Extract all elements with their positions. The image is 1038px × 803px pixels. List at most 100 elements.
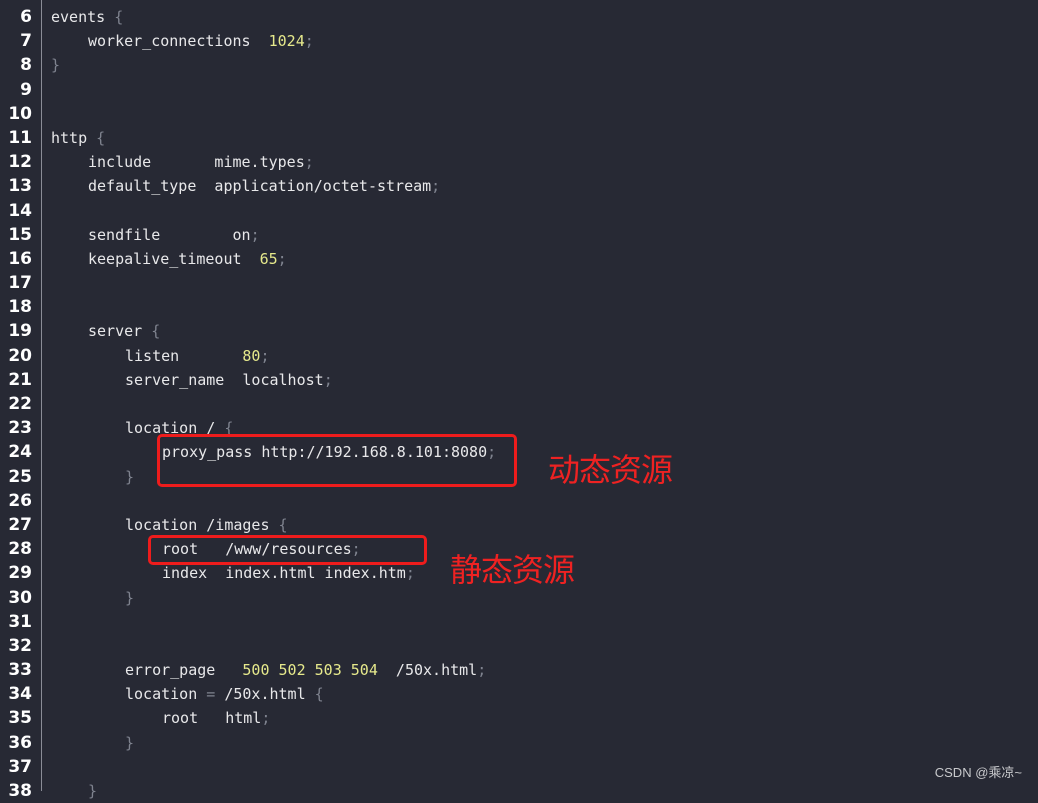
code-token-punct: } [125, 588, 135, 607]
code-token-text: http [51, 128, 97, 147]
line-code: events { [51, 5, 123, 29]
code-token-text: location [125, 685, 207, 704]
code-token-num: 500 502 503 504 [242, 661, 378, 680]
highlight-box-root [148, 535, 427, 565]
code-line[interactable]: 8} [0, 53, 1038, 77]
code-line[interactable]: 27 location /images { [0, 513, 1038, 537]
code-line[interactable]: 13 default_type application/octet-stream; [0, 174, 1038, 198]
code-token-punct: ; [431, 177, 441, 196]
gutter-divider [41, 0, 42, 791]
code-line[interactable]: 25} [0, 465, 1038, 489]
line-number: 18 [8, 297, 32, 318]
code-line[interactable]: 11 http { [0, 126, 1038, 150]
line-code: keepalive_timeout 65; [88, 247, 287, 271]
code-line[interactable]: 10 [0, 102, 1038, 126]
line-code: http { [51, 126, 105, 150]
code-line[interactable]: 36} [0, 731, 1038, 755]
line-code: listen 80; [125, 344, 270, 368]
code-editor[interactable]: 6 events {7 worker_connections 1024; 8} 9 10 1… [0, 5, 1038, 803]
line-code: } [125, 465, 134, 489]
line-number: 26 [8, 490, 32, 511]
line-code: sendfile on; [88, 223, 260, 247]
line-number: 32 [8, 635, 32, 656]
line-code: server_name localhost; [125, 368, 333, 392]
code-token-text: error_page [125, 661, 243, 680]
line-code: error_page 500 502 503 504 /50x.html; [125, 658, 486, 682]
code-token-text: /50x.html [215, 685, 315, 704]
code-line[interactable]: 24 proxy_pass http://192.168.8.101:8080; [0, 440, 1038, 464]
line-number: 29 [8, 563, 32, 584]
code-line[interactable]: 18 [0, 295, 1038, 319]
line-number: 20 [8, 345, 32, 366]
code-line[interactable]: 7 worker_connections 1024; [0, 29, 1038, 53]
code-line[interactable]: 31 [0, 610, 1038, 634]
line-number: 37 [8, 756, 32, 777]
code-line[interactable]: 33 error_page 500 502 503 504 /50x.html; [0, 658, 1038, 682]
code-line[interactable]: 14 [0, 199, 1038, 223]
code-line[interactable]: 9 [0, 78, 1038, 102]
line-number: 13 [8, 176, 32, 197]
code-token-text: default_type application/octet-stream [88, 177, 432, 196]
code-token-punct: } [51, 56, 61, 75]
line-number: 38 [8, 781, 32, 801]
code-token-text: root html [162, 709, 262, 728]
code-line[interactable]: 16 keepalive_timeout 65; [0, 247, 1038, 271]
line-number: 30 [8, 587, 32, 608]
line-code: worker_connections 1024; [88, 29, 314, 53]
code-line[interactable]: 17 [0, 271, 1038, 295]
code-token-text: keepalive_timeout [88, 249, 260, 268]
code-token-punct: ; [250, 225, 260, 244]
line-code: } [51, 53, 60, 77]
line-number: 19 [8, 321, 32, 342]
code-line[interactable]: 32 [0, 634, 1038, 658]
code-token-num: 80 [242, 346, 261, 365]
code-line[interactable]: 20 listen 80; [0, 344, 1038, 368]
code-token-punct: ; [323, 370, 333, 389]
line-number: 27 [8, 514, 32, 535]
code-line[interactable]: 6 events { [0, 5, 1038, 29]
code-token-text: index index.html index.htm [162, 564, 406, 583]
watermark: CSDN @乘凉~ [934, 765, 1022, 780]
code-token-punct: } [88, 782, 98, 800]
code-token-punct: ; [477, 661, 487, 680]
code-token-text: server_name localhost [125, 370, 324, 389]
annotation-static-resources: 静态资源 [450, 551, 575, 589]
code-token-text: /50x.html [377, 661, 478, 680]
code-token-text: events [51, 8, 115, 26]
code-line[interactable]: 38} [0, 779, 1038, 803]
code-token-punct: ; [405, 564, 415, 583]
code-line[interactable]: 37 [0, 755, 1038, 779]
line-number: 22 [8, 394, 32, 414]
line-number: 6 [20, 7, 32, 27]
line-number: 35 [8, 708, 32, 729]
code-token-punct: } [125, 733, 135, 752]
line-code: } [88, 779, 97, 803]
line-number: 24 [8, 442, 32, 463]
annotation-dynamic-resources: 动态资源 [548, 451, 673, 489]
code-token-punct: { [151, 322, 161, 341]
line-code: location /images { [125, 513, 288, 537]
code-line[interactable]: 23 location / { [0, 416, 1038, 440]
code-line[interactable]: 34 location = /50x.html { [0, 682, 1038, 706]
code-token-punct: ; [277, 249, 287, 268]
code-token-text: listen [125, 346, 243, 365]
line-number: 8 [20, 55, 32, 76]
code-line[interactable]: 22 [0, 392, 1038, 416]
code-line[interactable]: 26 [0, 489, 1038, 513]
code-line[interactable]: 12 include mime.types; [0, 150, 1038, 174]
code-token-punct: ; [261, 709, 271, 728]
code-line[interactable]: 15 sendfile on; [0, 223, 1038, 247]
line-number: 10 [8, 103, 32, 124]
line-number: 9 [20, 79, 32, 100]
code-line[interactable]: 21 server_name localhost; [0, 368, 1038, 392]
line-number: 12 [8, 152, 32, 173]
line-number: 33 [8, 660, 32, 681]
code-token-punct: ; [304, 153, 314, 172]
line-number: 14 [8, 200, 32, 221]
line-number: 36 [8, 732, 32, 753]
code-line[interactable]: 35 root html; [0, 706, 1038, 730]
code-token-text: include mime.types [88, 153, 305, 172]
line-number: 31 [8, 611, 32, 632]
code-line[interactable]: 19 server { [0, 319, 1038, 343]
line-code: } [125, 731, 134, 755]
